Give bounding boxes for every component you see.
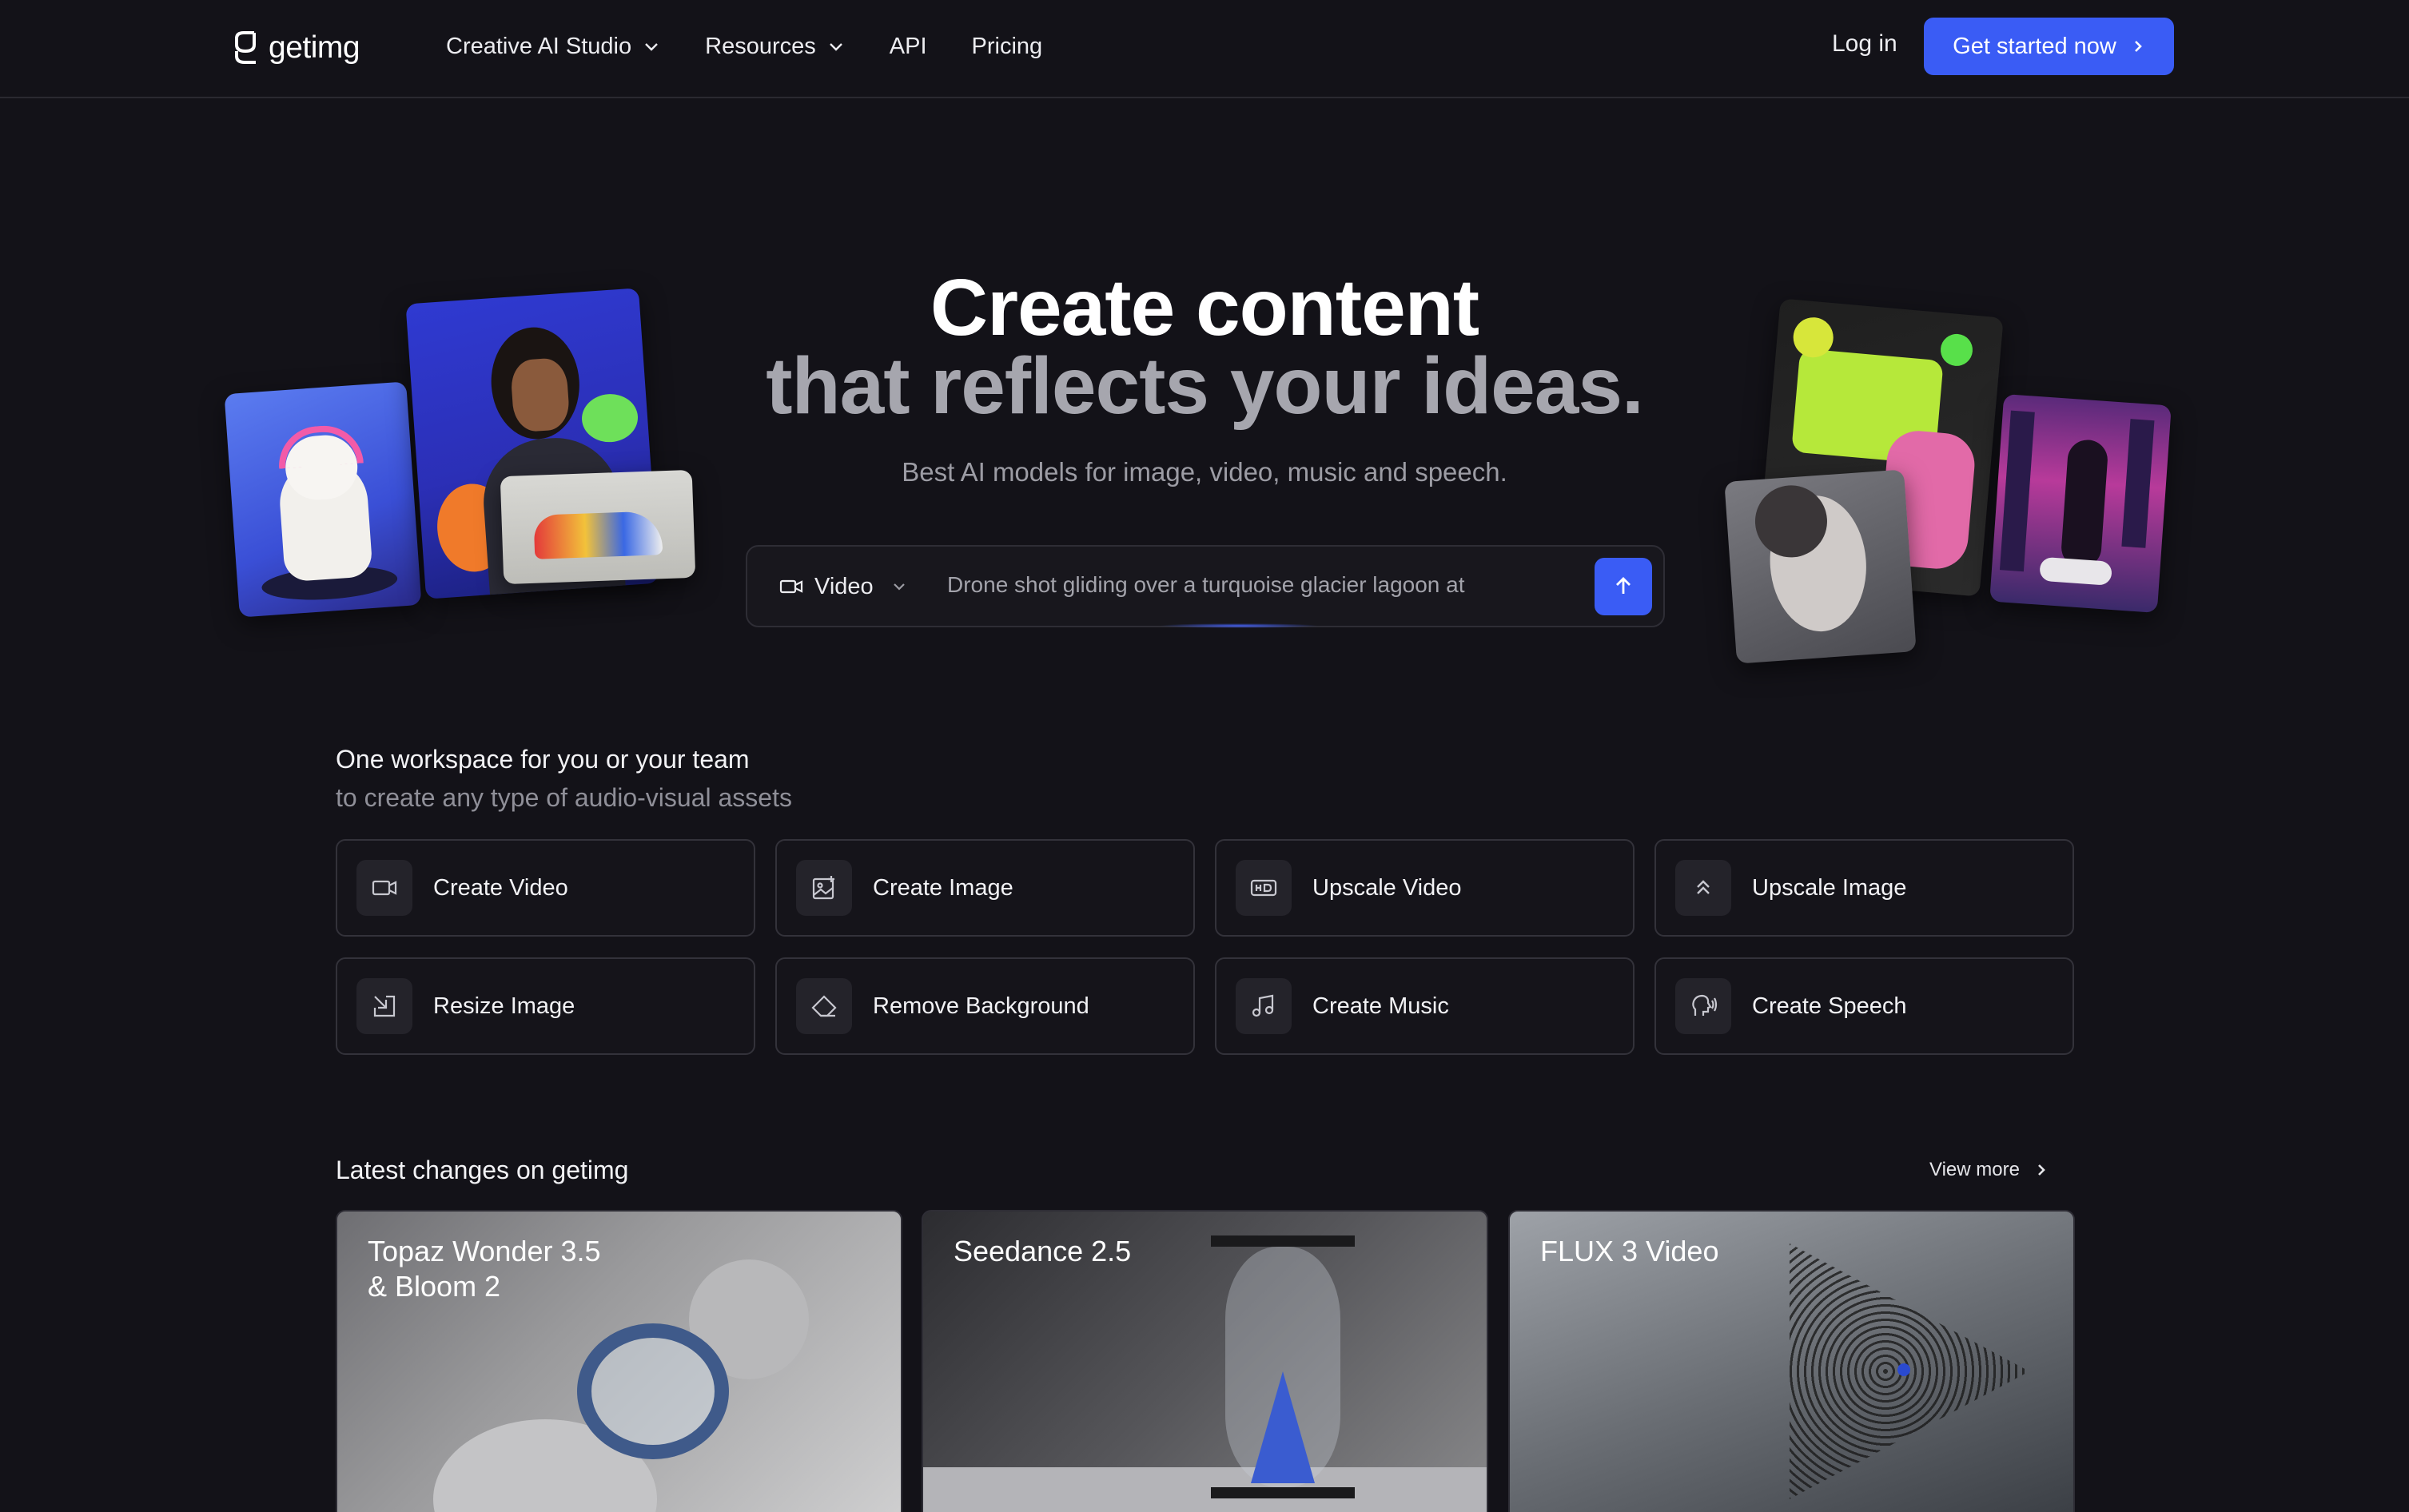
tool-create-music[interactable]: Create Music xyxy=(1215,957,1635,1055)
tool-icon-wrap xyxy=(356,978,412,1034)
prompt-glow xyxy=(1159,623,1319,628)
news-card-title-line1: Topaz Wonder 3.5 xyxy=(368,1235,601,1267)
tool-icon-wrap xyxy=(356,860,412,916)
nav-creative-ai-studio[interactable]: Creative AI Studio xyxy=(446,34,660,60)
double-chevron-up-icon xyxy=(1697,880,1710,894)
tool-label: Upscale Video xyxy=(1312,874,1462,901)
tool-create-speech[interactable]: Create Speech xyxy=(1654,957,2074,1055)
speech-head-icon xyxy=(1692,994,1718,1016)
video-camera-icon xyxy=(779,579,803,594)
chevron-down-icon xyxy=(829,43,842,51)
tool-label: Resize Image xyxy=(433,993,575,1019)
tool-label: Upscale Image xyxy=(1752,874,1907,901)
news-card-title: Topaz Wonder 3.5 & Bloom 2 xyxy=(368,1234,601,1304)
main-nav: Creative AI Studio Resources API Pricing xyxy=(446,26,1087,66)
generate-button[interactable] xyxy=(1595,558,1652,615)
tool-icon-wrap xyxy=(1236,978,1292,1034)
eraser-icon xyxy=(811,995,837,1017)
tool-icon-wrap xyxy=(1675,978,1731,1034)
tool-icon-wrap xyxy=(796,860,852,916)
chevron-right-icon xyxy=(2134,41,2142,52)
view-more-link[interactable]: View more xyxy=(1929,1159,2049,1181)
news-card-flux[interactable]: FLUX 3 Video xyxy=(1508,1210,2075,1512)
hd-icon xyxy=(1250,879,1277,897)
tool-icon-wrap xyxy=(796,978,852,1034)
card-art xyxy=(923,1467,1487,1512)
prompt-box: Video Drone shot gliding over a turquois… xyxy=(746,545,1665,627)
news-card-title: FLUX 3 Video xyxy=(1540,1234,1718,1269)
music-note-icon xyxy=(1252,994,1274,1017)
hero-art-chrome-face-image xyxy=(1724,469,1917,664)
card-art xyxy=(1211,1235,1355,1247)
news-card-seedance[interactable]: Seedance 2.5 xyxy=(922,1210,1488,1512)
tool-label: Create Speech xyxy=(1752,993,1907,1019)
latest-changes-title: Latest changes on getimg xyxy=(336,1156,629,1184)
tool-upscale-video[interactable]: Upscale Video xyxy=(1215,839,1635,937)
prompt-input[interactable]: Drone shot gliding over a turquoise glac… xyxy=(947,572,1465,598)
tool-icon-wrap xyxy=(1236,860,1292,916)
news-card-title-line1: Seedance 2.5 xyxy=(954,1235,1132,1267)
nav-api[interactable]: API xyxy=(890,34,927,60)
nav-pricing[interactable]: Pricing xyxy=(972,34,1043,60)
mode-select[interactable]: Video xyxy=(779,567,907,606)
card-art xyxy=(577,1323,729,1459)
hero-title-line2: that reflects your ideas. xyxy=(766,341,1644,431)
tool-create-image[interactable]: Create Image xyxy=(775,839,1195,937)
tool-resize-image[interactable]: Resize Image xyxy=(336,957,755,1055)
tool-label: Create Video xyxy=(433,874,568,901)
tool-label: Remove Background xyxy=(873,993,1089,1019)
workspace-title: One workspace for you or your team xyxy=(336,745,750,774)
card-art xyxy=(1897,1363,1910,1376)
nav-resources[interactable]: Resources xyxy=(705,34,845,60)
logo[interactable]: getimg xyxy=(232,26,360,70)
tool-label: Create Music xyxy=(1312,993,1449,1019)
get-started-button[interactable]: Get started now xyxy=(1924,18,2174,75)
get-started-label: Get started now xyxy=(1953,33,2116,59)
tool-icon-wrap xyxy=(1675,860,1731,916)
card-art xyxy=(1211,1487,1355,1498)
image-plus-icon xyxy=(812,876,834,900)
news-card-topaz[interactable]: Topaz Wonder 3.5 & Bloom 2 xyxy=(336,1210,902,1512)
hero-title-line1: Create content xyxy=(930,263,1479,352)
news-card-title-line2: & Bloom 2 xyxy=(368,1270,501,1303)
nav-label: Pricing xyxy=(971,33,1043,59)
tool-label: Create Image xyxy=(873,874,1013,901)
hero-subtitle: Best AI models for image, video, music a… xyxy=(902,457,1507,487)
resize-arrow-icon xyxy=(373,995,396,1017)
hero-art-neon-city-image xyxy=(1989,393,2172,614)
tool-upscale-image[interactable]: Upscale Image xyxy=(1654,839,2074,937)
view-more-label: View more xyxy=(1929,1159,2020,1180)
getimg-logo-icon xyxy=(235,31,256,64)
chevron-down-icon xyxy=(893,583,905,591)
mode-select-label: Video xyxy=(814,573,874,599)
chevron-right-icon xyxy=(2038,1164,2045,1176)
logo-text: getimg xyxy=(269,30,360,65)
tool-remove-background[interactable]: Remove Background xyxy=(775,957,1195,1055)
tool-create-video[interactable]: Create Video xyxy=(336,839,755,937)
arrow-up-icon xyxy=(1616,577,1631,594)
news-card-title-line1: FLUX 3 Video xyxy=(1540,1235,1719,1267)
chevron-down-icon xyxy=(645,43,658,51)
news-card-title: Seedance 2.5 xyxy=(954,1234,1131,1269)
top-navbar: getimg Creative AI Studio Resources API … xyxy=(0,0,2409,98)
hero-title: Create content that reflects your ideas. xyxy=(559,263,1850,431)
nav-label: Creative AI Studio xyxy=(446,33,632,59)
login-link[interactable]: Log in xyxy=(1832,30,1897,58)
hero-art-cat-image xyxy=(224,381,422,618)
nav-label: API xyxy=(889,33,927,59)
nav-label: Resources xyxy=(705,33,816,59)
workspace-subtitle: to create any type of audio-visual asset… xyxy=(336,783,792,812)
video-camera-icon xyxy=(372,880,397,896)
